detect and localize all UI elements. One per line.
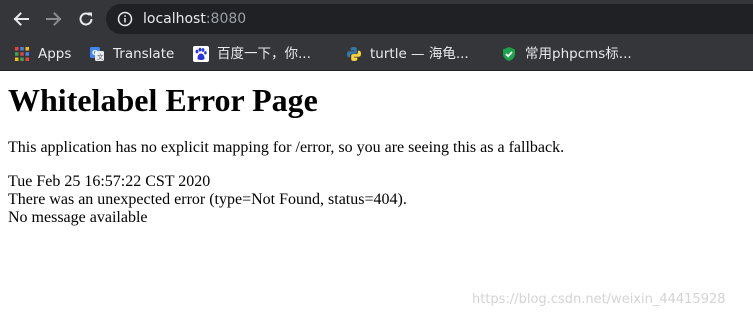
bookmark-baidu[interactable]: 百度一下，你... bbox=[193, 38, 311, 70]
bookmark-label: Apps bbox=[38, 46, 72, 62]
url-text[interactable]: localhost:8080 bbox=[143, 10, 246, 28]
bookmark-label: 百度一下，你... bbox=[217, 46, 311, 62]
page-content: Whitelabel Error Page This application h… bbox=[8, 71, 753, 227]
forward-button[interactable] bbox=[42, 7, 66, 31]
error-timestamp: Tue Feb 25 16:57:22 CST 2020 bbox=[8, 173, 211, 190]
translate-icon: G 文 bbox=[90, 47, 104, 61]
page-title: Whitelabel Error Page bbox=[8, 82, 318, 118]
bookmarks-bar: Apps G 文 Translate 百度一下，你... turtle — 海龟… bbox=[0, 38, 753, 71]
svg-text:文: 文 bbox=[97, 52, 104, 61]
bookmark-label: turtle — 海龟... bbox=[370, 46, 469, 62]
info-icon[interactable] bbox=[117, 11, 133, 27]
reload-button[interactable] bbox=[74, 7, 98, 31]
error-details: Tue Feb 25 16:57:22 CST 2020 There was a… bbox=[8, 173, 753, 227]
back-button[interactable] bbox=[9, 7, 33, 31]
watermark-text: https://blog.csdn.net/weixin_44415928 bbox=[472, 292, 726, 307]
bookmark-phpcms[interactable]: 常用phpcms标... bbox=[501, 38, 632, 70]
arrow-left-icon bbox=[13, 12, 29, 26]
error-message: No message available bbox=[8, 209, 148, 226]
bookmark-translate[interactable]: G 文 Translate bbox=[89, 38, 174, 70]
url-port: :8080 bbox=[205, 11, 247, 27]
arrow-right-icon bbox=[46, 12, 62, 26]
python-icon bbox=[347, 47, 361, 61]
error-explanation: This application has no explicit mapping… bbox=[8, 139, 565, 156]
bookmark-apps[interactable]: Apps bbox=[14, 38, 71, 70]
bookmark-label: 常用phpcms标... bbox=[525, 46, 632, 62]
apps-grid-icon bbox=[15, 47, 29, 61]
error-status-line: There was an unexpected error (type=Not … bbox=[8, 191, 407, 208]
browser-toolbar: localhost:8080 bbox=[0, 0, 753, 38]
reload-icon bbox=[79, 12, 93, 26]
bookmark-turtle[interactable]: turtle — 海龟... bbox=[346, 38, 469, 70]
bookmark-label: Translate bbox=[113, 46, 175, 62]
address-bar[interactable]: localhost:8080 bbox=[106, 4, 753, 34]
baidu-paw-icon bbox=[193, 46, 209, 62]
url-host: localhost bbox=[143, 11, 206, 27]
green-check-icon bbox=[503, 47, 515, 61]
